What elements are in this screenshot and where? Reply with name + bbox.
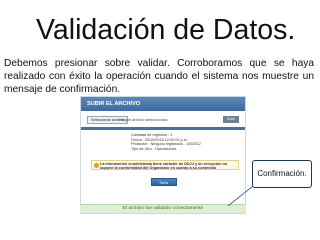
file-picker-row: Seleccionar archivo Ningún archivo selec…	[87, 116, 241, 125]
slide-body-text: Debemos presionar sobre validar. Corrobo…	[4, 58, 314, 95]
panel-header: SUBIR EL ARCHIVO	[81, 97, 245, 111]
info-line: Tipo de Giro : Operaciones	[131, 146, 177, 151]
file-info-block: Cantidad de registros : 1 Fecha : 25/10/…	[131, 133, 211, 151]
confirmation-callout: Confirmación.	[252, 160, 312, 188]
notice-line: supone la conformidad del Organismo en c…	[100, 166, 217, 171]
warning-icon	[94, 163, 99, 168]
file-status-text: Ningún archivo seleccionado	[119, 118, 168, 122]
embedded-screenshot: SUBIR EL ARCHIVO Seleccionar archivo Nin…	[80, 96, 246, 214]
submit-button[interactable]: Subir	[151, 178, 177, 186]
upload-button[interactable]: Subir	[223, 116, 239, 123]
slide-title: Validación de Datos.	[36, 14, 296, 46]
warning-notice: La información suministrada tiene caráct…	[91, 160, 239, 170]
success-message: El archivo fue validado correctamente	[80, 204, 246, 213]
section-divider	[81, 127, 245, 130]
